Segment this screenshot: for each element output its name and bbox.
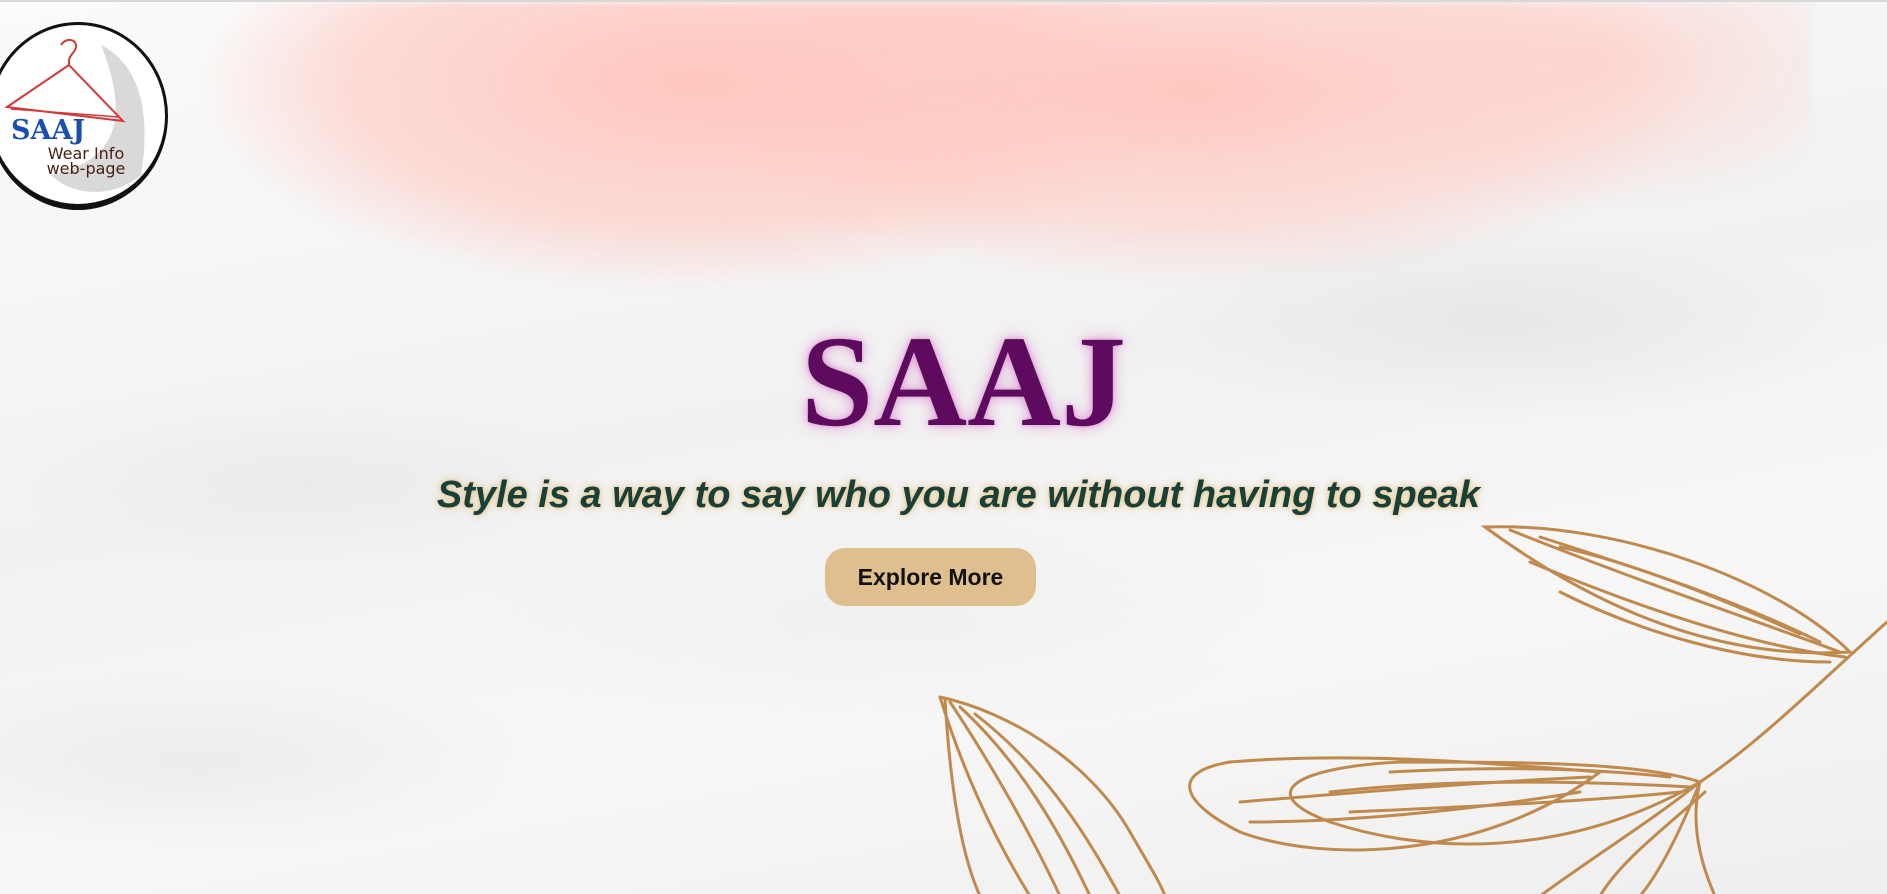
logo-subtitle: Wear Info web-page	[31, 146, 141, 178]
site-logo[interactable]: SAAJ Wear Info web-page	[0, 22, 168, 210]
hero-tagline: Style is a way to say who you are withou…	[436, 474, 1481, 516]
explore-more-button[interactable]: Explore More	[825, 548, 1036, 606]
logo-subtitle-line2: web-page	[46, 159, 126, 178]
logo-title: SAAJ	[11, 115, 86, 146]
hero-title: SAAJ	[800, 310, 1127, 454]
hero-page: SAAJ Wear Info web-page SAAJ Style is a …	[0, 0, 1887, 894]
